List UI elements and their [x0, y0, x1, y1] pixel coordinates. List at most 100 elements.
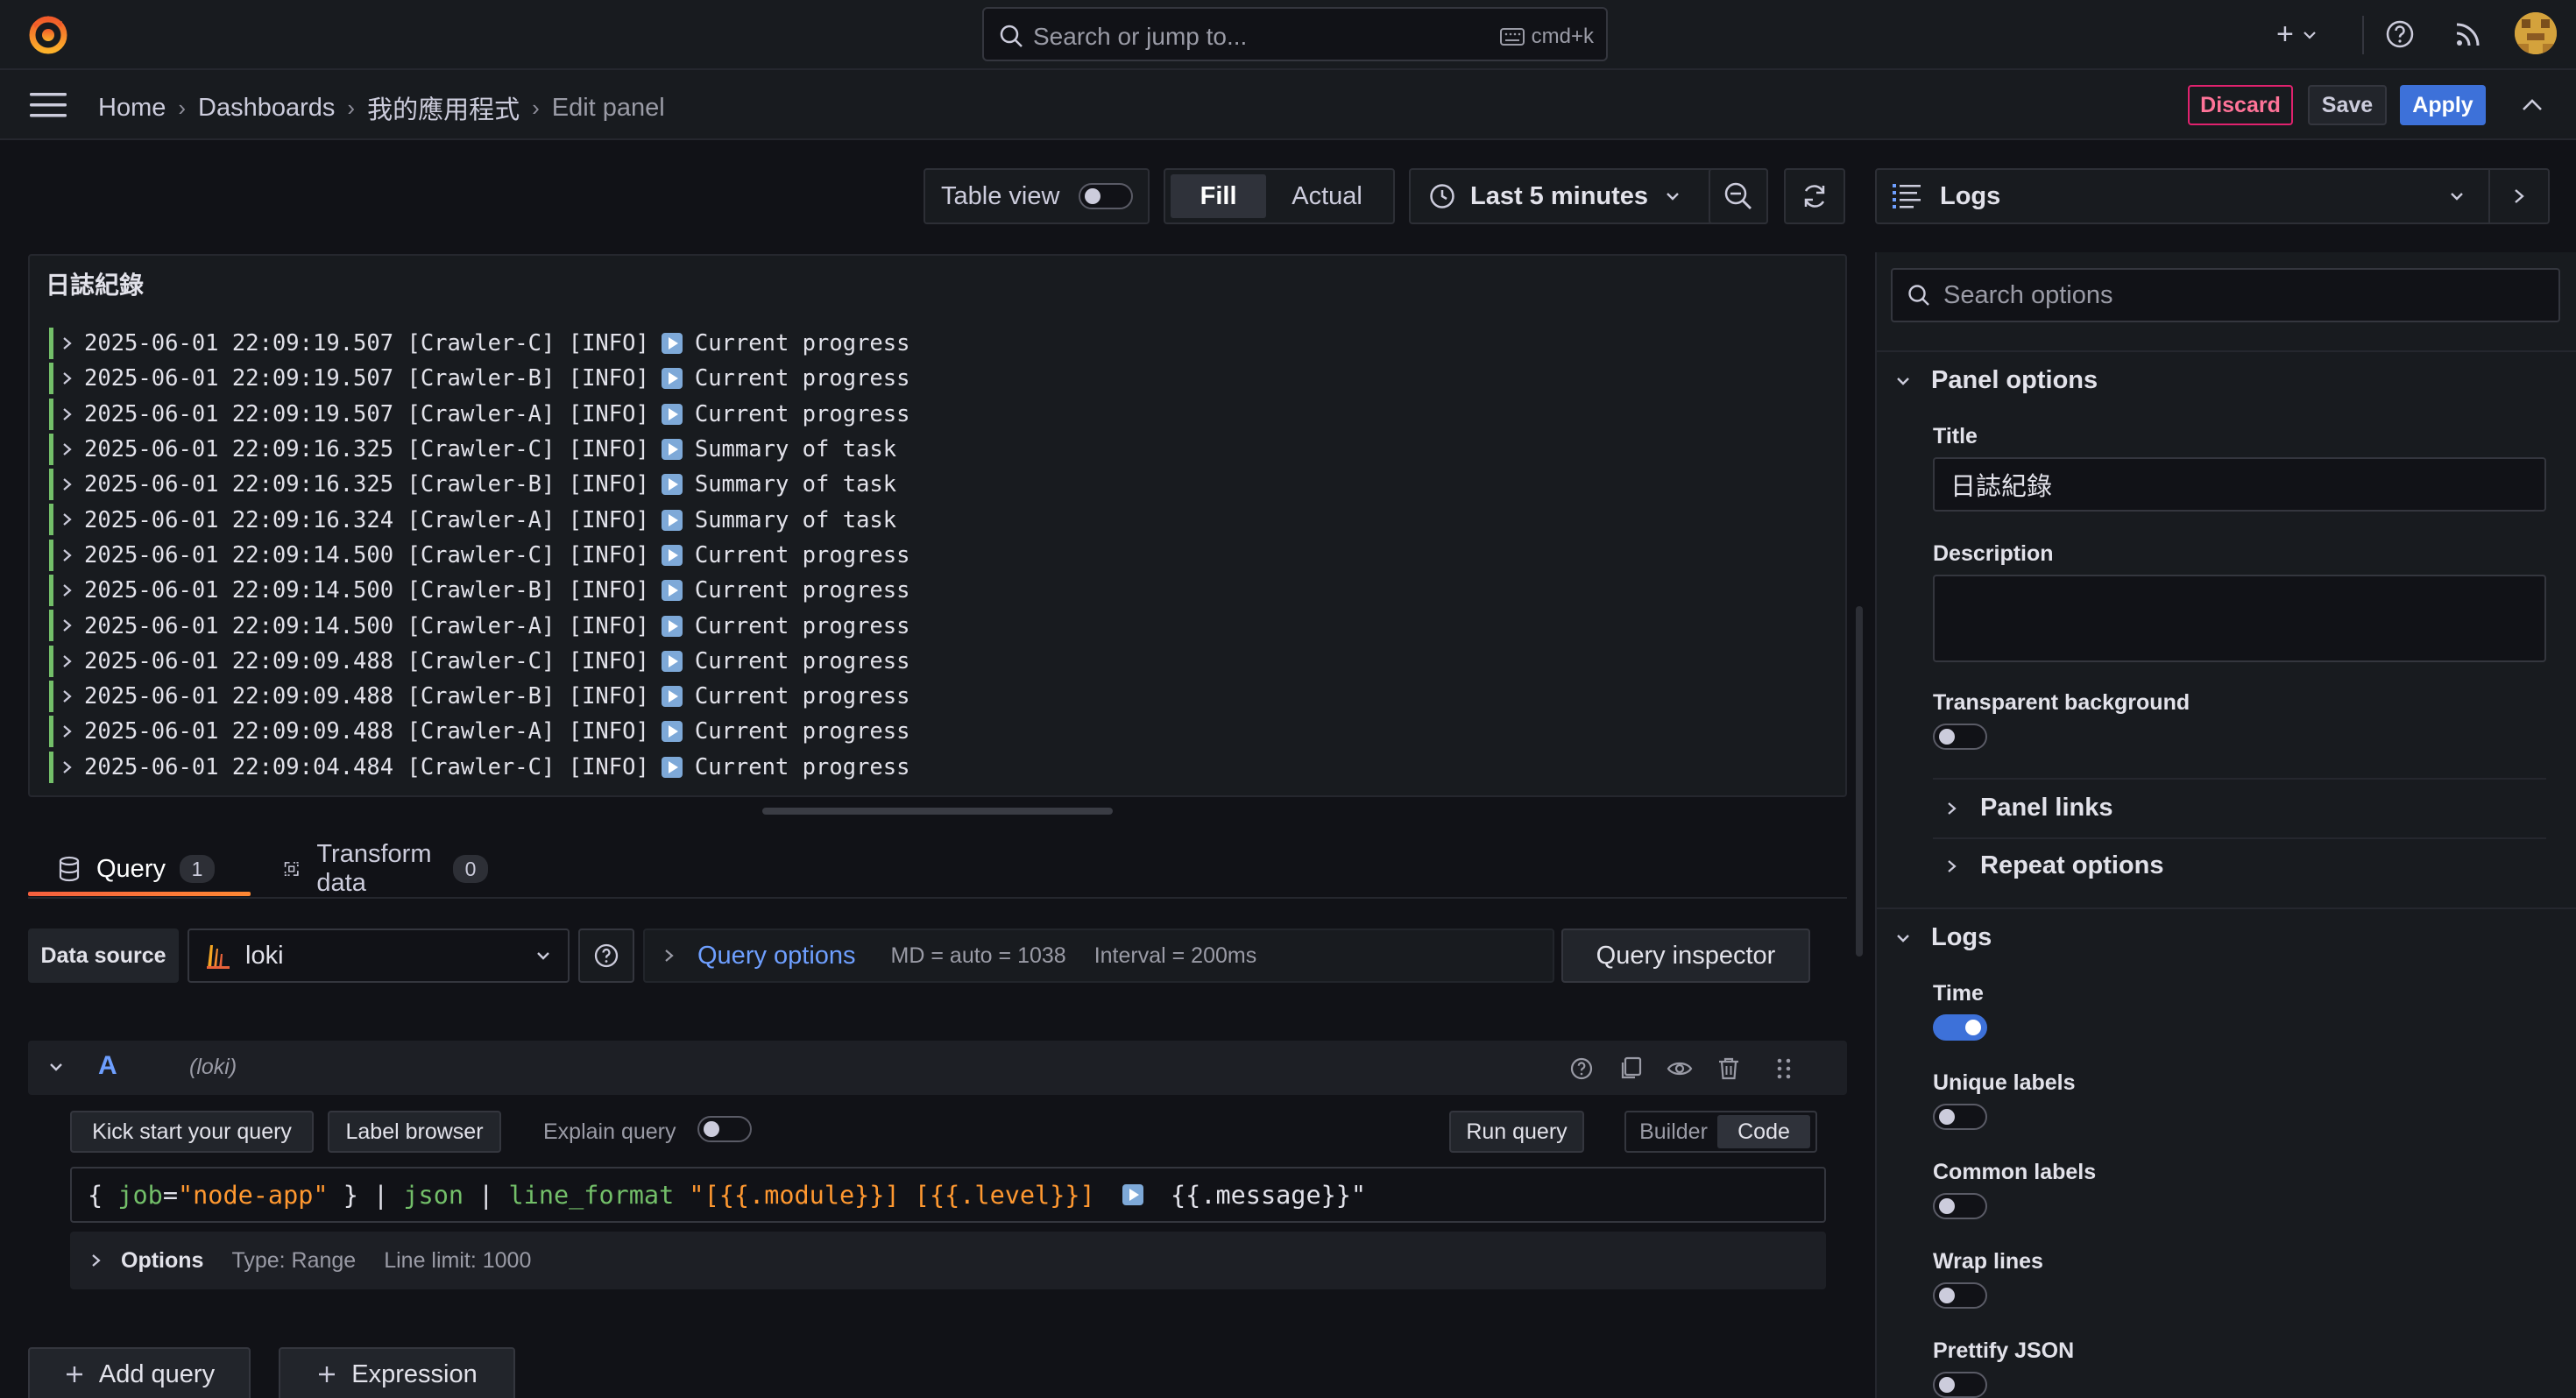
query-options-toggle[interactable]: Query options MD = auto = 1038 Interval … [643, 928, 1554, 983]
panel-links-header[interactable]: Panel links [1945, 794, 2113, 823]
chevron-right-icon [61, 546, 74, 565]
log-line[interactable]: 2025-06-01 22:09:16.325 [Crawler-B] [INF… [49, 467, 1836, 502]
query-token: = [162, 1180, 178, 1210]
grafana-logo-icon[interactable] [26, 12, 70, 56]
breadcrumb-dashboards[interactable]: Dashboards [198, 94, 335, 123]
run-query-button[interactable]: Run query [1449, 1111, 1584, 1153]
visualization-picker[interactable]: Logs [1875, 168, 2550, 224]
kick-start-query-button[interactable]: Kick start your query [70, 1111, 314, 1153]
log-timestamp: 2025-06-01 22:09:14.500 [84, 577, 394, 604]
add-expression-button[interactable]: Expression [279, 1347, 515, 1398]
log-line[interactable]: 2025-06-01 22:09:14.500 [Crawler-C] [INF… [49, 538, 1836, 573]
hamburger-menu-icon[interactable] [30, 91, 67, 119]
query-options-row[interactable]: Options Type: Range Line limit: 1000 [70, 1232, 1826, 1289]
label-browser-button[interactable]: Label browser [328, 1111, 501, 1153]
builder-mode-button[interactable]: Builder [1630, 1115, 1717, 1148]
tab-transform-label: Transform data [316, 840, 432, 897]
keyboard-icon [1499, 28, 1525, 46]
chevron-up-icon[interactable] [2520, 95, 2544, 116]
table-view-switch[interactable] [1079, 183, 1134, 209]
pane-resize-handle[interactable] [1856, 606, 1863, 957]
duplicate-icon[interactable] [1617, 1056, 1644, 1082]
panel-options-section-header[interactable]: Panel options [1894, 366, 2098, 395]
apply-button[interactable]: Apply [2400, 85, 2486, 125]
log-line[interactable]: 2025-06-01 22:09:09.488 [Crawler-A] [INF… [49, 714, 1836, 749]
chevron-right-icon [1948, 801, 1957, 815]
description-field-label: Description [1933, 541, 2054, 566]
breadcrumb-home[interactable]: Home [98, 94, 166, 123]
fill-button[interactable]: Fill [1171, 174, 1267, 218]
drag-handle-icon[interactable] [1775, 1056, 1793, 1082]
code-mode-button[interactable]: Code [1717, 1115, 1810, 1148]
chevron-right-icon [61, 334, 74, 353]
description-textarea[interactable] [1933, 575, 2546, 662]
save-button[interactable]: Save [2308, 85, 2387, 125]
user-avatar[interactable] [2515, 12, 2557, 54]
panel-resize-handle[interactable] [762, 808, 1113, 815]
query-max-data-points: MD = auto = 1038 [890, 943, 1066, 968]
collapse-options-button[interactable] [2488, 170, 2548, 222]
log-line[interactable]: 2025-06-01 22:09:19.507 [Crawler-B] [INF… [49, 361, 1836, 396]
actual-button[interactable]: Actual [1266, 174, 1388, 218]
log-message: Current progress [694, 577, 910, 604]
search-shortcut: cmd+k [1499, 25, 1594, 49]
clock-icon [1430, 184, 1454, 208]
query-code-editor[interactable]: { job = "node-app" } | json | line_format … [70, 1167, 1826, 1223]
chevron-down-icon[interactable] [47, 1058, 65, 1076]
log-level: [INFO] [568, 365, 649, 392]
log-line[interactable]: 2025-06-01 22:09:16.324 [Crawler-A] [INF… [49, 502, 1836, 537]
prettify-json-switch[interactable] [1933, 1372, 1987, 1398]
play-emoji-icon [661, 439, 683, 461]
common-labels-switch[interactable] [1933, 1193, 1987, 1219]
repeat-options-header[interactable]: Repeat options [1945, 851, 2163, 880]
query-ref-id[interactable]: A [98, 1051, 117, 1081]
trash-icon[interactable] [1716, 1056, 1742, 1082]
log-line[interactable]: 2025-06-01 22:09:09.488 [Crawler-C] [INF… [49, 644, 1836, 679]
eye-icon[interactable] [1667, 1056, 1693, 1082]
breadcrumb-dashboard[interactable]: 我的應用程式 [367, 89, 520, 126]
log-line[interactable]: 2025-06-01 22:09:04.484 [Crawler-C] [INF… [49, 750, 1836, 785]
query-token: { [88, 1180, 118, 1210]
zoom-out-button[interactable] [1709, 168, 1768, 224]
title-input[interactable]: 日誌紀錄 [1933, 457, 2546, 512]
log-line[interactable]: 2025-06-01 22:09:19.507 [Crawler-A] [INF… [49, 397, 1836, 432]
log-line[interactable]: 2025-06-01 22:09:19.507 [Crawler-C] [INF… [49, 326, 1836, 361]
log-line[interactable]: 2025-06-01 22:09:14.500 [Crawler-A] [INF… [49, 608, 1836, 643]
topbar-divider [2362, 16, 2364, 54]
help-icon[interactable] [1568, 1056, 1595, 1082]
refresh-button[interactable] [1784, 168, 1845, 224]
transform-icon [284, 862, 299, 876]
query-inspector-button[interactable]: Query inspector [1561, 928, 1810, 983]
new-menu-button[interactable]: + [2276, 18, 2318, 52]
tab-query[interactable]: Query 1 [28, 844, 251, 893]
chevron-right-icon [61, 758, 74, 777]
wrap-lines-switch[interactable] [1933, 1282, 1987, 1309]
discard-button[interactable]: Discard [2188, 85, 2293, 125]
explain-query-switch[interactable] [697, 1116, 752, 1142]
log-line[interactable]: 2025-06-01 22:09:14.500 [Crawler-B] [INF… [49, 573, 1836, 608]
log-level-bar [49, 645, 53, 677]
options-pane [1875, 252, 2576, 1398]
play-emoji-icon [661, 368, 683, 390]
table-view-toggle[interactable]: Table view [924, 168, 1150, 224]
data-source-help-button[interactable] [578, 928, 634, 983]
add-query-button[interactable]: Add query [28, 1347, 251, 1398]
help-icon[interactable] [2383, 18, 2417, 51]
data-source-select[interactable]: loki [188, 928, 570, 983]
logs-section-header[interactable]: Logs [1894, 923, 1992, 952]
log-line[interactable]: 2025-06-01 22:09:09.488 [Crawler-B] [INF… [49, 679, 1836, 714]
log-module: [Crawler-B] [407, 577, 556, 604]
transparent-background-switch[interactable] [1933, 724, 1987, 750]
log-line[interactable]: 2025-06-01 22:09:16.325 [Crawler-C] [INF… [49, 432, 1836, 467]
log-timestamp: 2025-06-01 22:09:19.507 [84, 400, 394, 427]
search-input[interactable]: Search or jump to... cmd+k [982, 7, 1608, 61]
expression-label: Expression [351, 1359, 478, 1388]
chevron-right-icon [2515, 189, 2524, 203]
rss-news-icon[interactable] [2452, 18, 2485, 51]
tab-transform-data[interactable]: Transform data 0 [282, 840, 489, 897]
plus-icon [319, 1366, 336, 1382]
log-timestamp: 2025-06-01 22:09:19.507 [84, 330, 394, 357]
time-option-switch[interactable] [1933, 1014, 1987, 1041]
unique-labels-switch[interactable] [1933, 1104, 1987, 1130]
options-search-input[interactable]: Search options [1891, 268, 2560, 322]
